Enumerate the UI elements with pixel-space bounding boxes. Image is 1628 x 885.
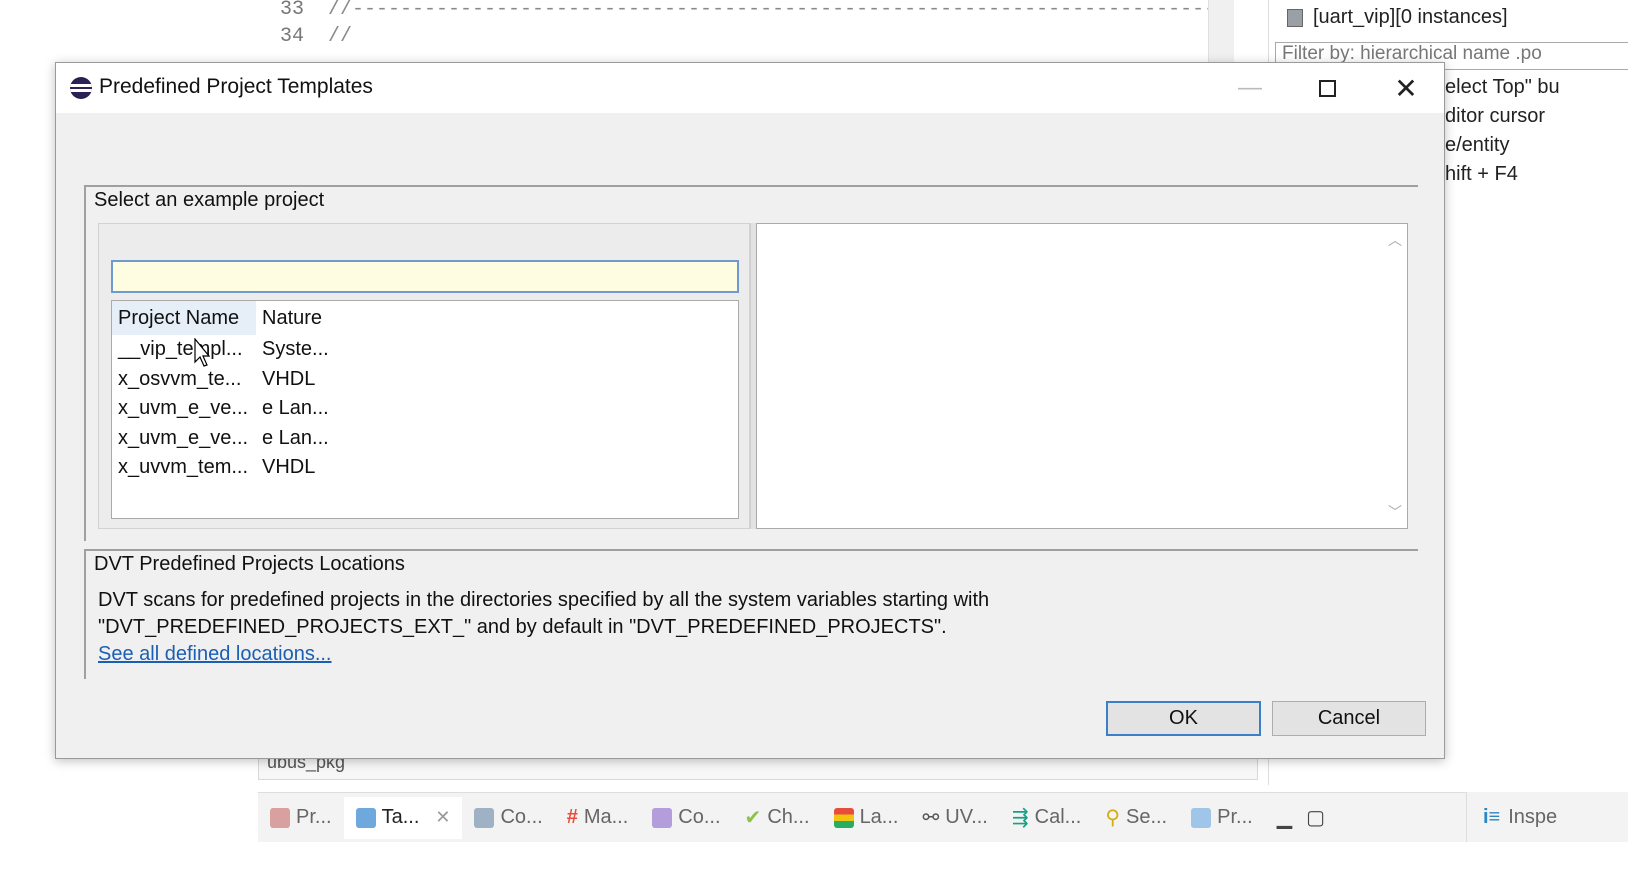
project-filter-input[interactable]	[111, 260, 739, 293]
ok-button[interactable]: OK	[1106, 701, 1261, 736]
tab-console[interactable]: Co...	[462, 797, 554, 839]
inspect-icon: i≡	[1483, 805, 1501, 828]
dialog-title: Predefined Project Templates	[99, 75, 373, 98]
problems-icon	[270, 807, 290, 828]
line-number: 34	[280, 25, 305, 48]
table-row[interactable]: x_osvvm_te... VHDL	[112, 365, 738, 395]
nature-cell: e Lan...	[262, 397, 329, 420]
project-name-cell: x_uvm_e_ve...	[118, 397, 249, 420]
check-icon: ✔	[744, 807, 762, 829]
nature-cell: VHDL	[262, 456, 316, 479]
search-icon: ⚲	[1105, 807, 1120, 829]
minimize-icon[interactable]: ▁	[1277, 805, 1292, 830]
select-project-group: Select an example project Project Name N…	[84, 185, 1418, 541]
table-row[interactable]: x_uvm_e_ve... e Lan...	[112, 424, 738, 454]
maximize-icon	[1318, 79, 1336, 97]
description-line: "DVT_PREDEFINED_PROJECTS_EXT_" and by de…	[98, 616, 947, 638]
line-number: 33	[280, 0, 305, 21]
chevron-down-icon[interactable]: ﹀	[1388, 502, 1402, 522]
locations-description: DVT scans for predefined projects in the…	[98, 587, 989, 641]
group-label: DVT Predefined Projects Locations	[94, 553, 409, 576]
bottom-view-tabs: Pr... Ta... ✕ Co... # Ma... Co... ✔ Ch... L…	[258, 792, 1628, 842]
compile-icon	[652, 807, 673, 828]
help-text: ditor cursor	[1445, 105, 1546, 127]
tab-macros[interactable]: # Ma...	[555, 797, 641, 839]
project-table: Project Name Nature __vip_templ... Syste…	[111, 300, 739, 519]
help-text: e/entity	[1445, 134, 1510, 156]
cancel-button[interactable]: Cancel	[1272, 701, 1426, 736]
column-header-project-name[interactable]: Project Name	[112, 301, 256, 335]
table-row[interactable]: x_uvvm_tem... VHDL	[112, 453, 738, 483]
tab-call-hierarchy[interactable]: ⇶ Cal...	[1000, 797, 1093, 839]
column-header-nature[interactable]: Nature	[256, 301, 336, 335]
layers-icon	[833, 807, 854, 828]
group-label: Select an example project	[94, 189, 329, 212]
tab-search[interactable]: ⚲ Se...	[1093, 797, 1179, 839]
call-hierarchy-icon: ⇶	[1011, 807, 1029, 829]
tab-layers[interactable]: La...	[822, 797, 911, 839]
hierarchy-icon: ⚯	[922, 807, 940, 829]
nature-cell: VHDL	[262, 367, 316, 390]
console-icon	[474, 807, 495, 828]
bottom-view-area	[258, 842, 1628, 885]
tab-progress[interactable]: Pr...	[1179, 797, 1265, 839]
tab-inspect[interactable]: i≡ Inspe	[1466, 792, 1628, 842]
progress-icon	[1191, 807, 1212, 828]
help-text: elect Top" bu	[1445, 76, 1560, 98]
code-line: //--------------------------------------…	[328, 0, 1208, 21]
view-controls: ▁ ▢	[1277, 805, 1325, 830]
close-icon[interactable]: ✕	[435, 807, 450, 828]
project-name-cell: __vip_templ...	[118, 338, 243, 361]
editor-scrollbar[interactable]	[1208, 0, 1234, 62]
nature-cell: e Lan...	[262, 426, 329, 449]
project-name-cell: x_uvvm_tem...	[118, 456, 249, 479]
maximize-button[interactable]	[1288, 63, 1366, 113]
table-header: Project Name Nature	[112, 301, 738, 335]
predefined-templates-dialog: Predefined Project Templates — ✕ Select …	[55, 62, 1445, 759]
project-name-cell: x_uvm_e_ve...	[118, 426, 249, 449]
code-editor[interactable]: 33 //-----------------------------------…	[258, 0, 1208, 62]
vertical-scrollbar[interactable]: ︿ ﹀	[1381, 224, 1407, 528]
dialog-titlebar[interactable]: Predefined Project Templates — ✕	[56, 63, 1444, 113]
tab-problems[interactable]: Pr...	[258, 797, 344, 839]
table-row[interactable]: x_uvm_e_ve... e Lan...	[112, 394, 738, 424]
project-description-pane: ︿ ﹀	[756, 223, 1408, 529]
code-line: //	[328, 25, 353, 48]
mouse-cursor-icon	[194, 338, 210, 367]
maximize-icon[interactable]: ▢	[1306, 805, 1325, 830]
nature-cell: Syste...	[262, 338, 329, 361]
minimize-button[interactable]: —	[1211, 63, 1289, 113]
panel-title-text: [uart_vip][0 instances]	[1313, 6, 1508, 28]
panel-title: [uart_vip][0 instances]	[1287, 6, 1508, 29]
hash-icon: #	[566, 806, 578, 828]
tab-checks[interactable]: ✔ Ch...	[733, 797, 822, 839]
eclipse-icon	[70, 77, 92, 99]
help-text: hift + F4	[1445, 163, 1518, 185]
locations-group: DVT Predefined Projects Locations DVT sc…	[84, 549, 1418, 679]
see-locations-link[interactable]: See all defined locations...	[98, 643, 332, 666]
tasks-icon	[355, 807, 376, 828]
close-button[interactable]: ✕	[1367, 63, 1445, 113]
chevron-up-icon[interactable]: ︿	[1388, 230, 1402, 250]
project-name-cell: x_osvvm_te...	[118, 367, 242, 390]
project-list-pane: Project Name Nature __vip_templ... Syste…	[98, 223, 750, 529]
description-line: DVT scans for predefined projects in the…	[98, 589, 990, 611]
tab-compile[interactable]: Co...	[640, 797, 732, 839]
tab-uvm[interactable]: ⚯ UV...	[910, 797, 999, 839]
instance-icon	[1287, 8, 1303, 27]
tab-tasks[interactable]: Ta... ✕	[343, 796, 463, 839]
